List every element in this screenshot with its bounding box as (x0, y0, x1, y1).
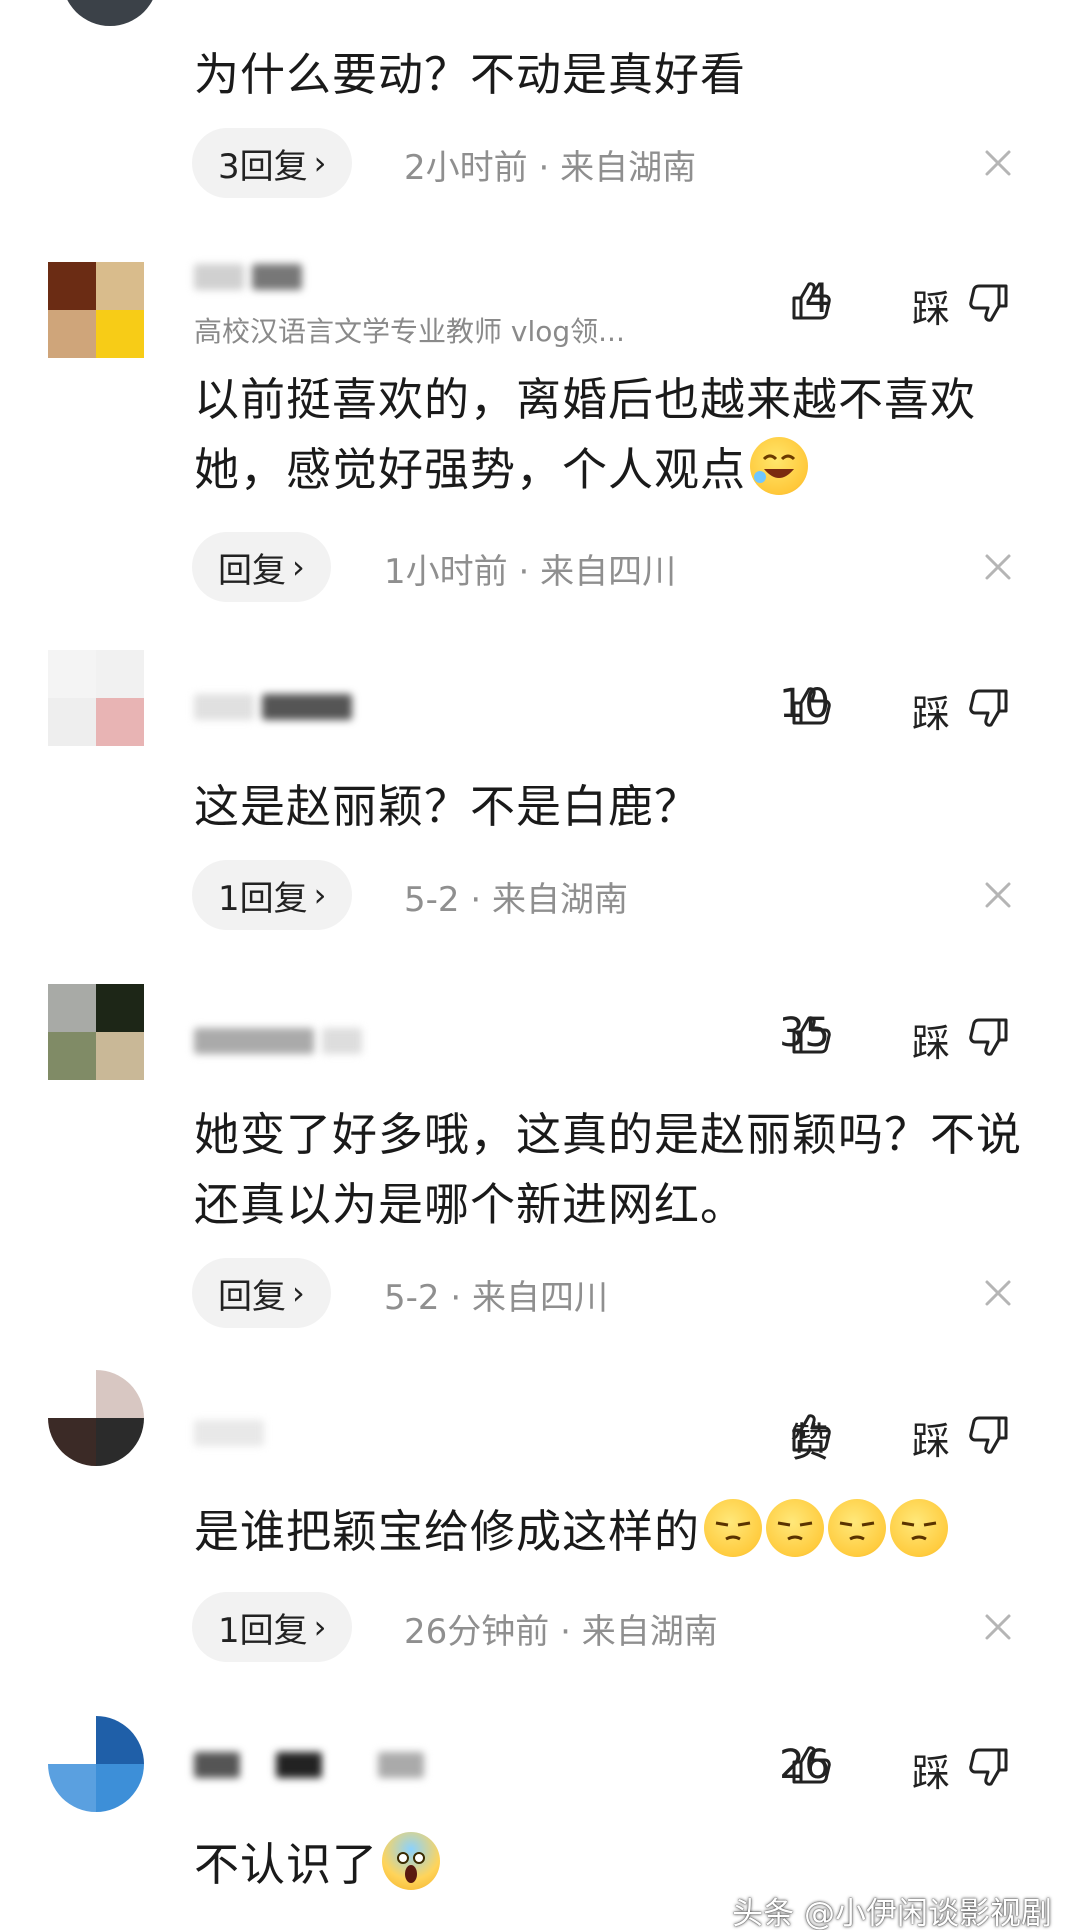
reply-label: 回复 (218, 550, 286, 591)
thumbs-up-icon[interactable] (788, 278, 832, 322)
comment-time: 5-2 (384, 1278, 440, 1318)
avatar[interactable] (48, 984, 144, 1080)
comment-meta: 5-2 · 来自四川 (384, 1270, 608, 1319)
watermark: 头条 @小伊闲谈影视剧 (732, 1896, 1052, 1930)
thumbs-down-icon[interactable] (968, 1414, 1012, 1458)
comment-text: 以前挺喜欢的，离婚后也越来越不喜欢她，感觉好强势，个人观点 (194, 365, 1024, 505)
avatar[interactable] (48, 262, 144, 358)
username-blurred[interactable] (194, 692, 352, 722)
chevron-right-icon: › (292, 1274, 305, 1312)
comment-text: 这是赵丽颖？不是白鹿？ (194, 780, 701, 833)
comment-location: 来自四川 (540, 552, 677, 592)
reply-label: 回复 (218, 1276, 286, 1317)
avatar[interactable] (62, 0, 158, 26)
reply-button[interactable]: 3回复 › (192, 128, 353, 198)
smirk-emoji-icon (828, 1499, 887, 1557)
comment-text: 为什么要动？不动是真好看 (194, 48, 747, 101)
user-subtitle: 高校汉语言文学专业教师 vlog领... (194, 315, 625, 348)
meta-separator: · (450, 1278, 462, 1318)
comment-meta: 1小时前 · 来自四川 (384, 544, 676, 593)
comment-text: 是谁把颖宝给修成这样的 (194, 1497, 1024, 1567)
dislike-label: 踩 (912, 692, 951, 736)
dislike-label: 踩 (912, 1021, 951, 1065)
chevron-right-icon: › (313, 876, 327, 914)
close-icon[interactable] (982, 551, 1014, 583)
comment-meta: 2小时前 · 来自湖南 (404, 140, 696, 189)
dislike-label: 踩 (912, 1751, 951, 1795)
thumbs-up-icon[interactable] (788, 1012, 832, 1056)
chevron-right-icon: › (313, 1608, 327, 1646)
chevron-right-icon: › (292, 548, 305, 586)
avatar[interactable] (48, 1370, 144, 1466)
comment-time: 26分钟前 (404, 1612, 550, 1652)
comment-meta: 26分钟前 · 来自湖南 (404, 1604, 718, 1653)
username-blurred[interactable] (194, 1026, 362, 1056)
smirk-emoji-icon (766, 1499, 825, 1557)
comment-text-content: 是谁把颖宝给修成这样的 (194, 1505, 701, 1558)
dislike-label: 踩 (912, 287, 951, 331)
comment-time: 1小时前 (384, 552, 508, 592)
smirk-emoji-icon (704, 1499, 763, 1557)
comment-location: 来自湖南 (560, 148, 697, 188)
thumbs-down-icon[interactable] (968, 1746, 1012, 1790)
dislike-label: 踩 (912, 1419, 951, 1463)
close-icon[interactable] (982, 1277, 1014, 1309)
avatar[interactable] (48, 1716, 144, 1812)
meta-separator: · (518, 552, 530, 592)
thumbs-up-icon[interactable] (788, 1742, 832, 1786)
thumbs-down-icon[interactable] (968, 687, 1012, 731)
comment-text-content: 不认识了 (194, 1838, 379, 1891)
close-icon[interactable] (982, 1611, 1014, 1643)
reply-button[interactable]: 1回复 › (192, 1592, 353, 1662)
smirk-emoji-icon (890, 1499, 949, 1557)
thumbs-down-icon[interactable] (968, 282, 1012, 326)
comment-time: 5-2 (404, 880, 460, 920)
meta-separator: · (538, 148, 550, 188)
comment-text: 她变了好多哦，这真的是赵丽颖吗？不说还真以为是哪个新进网红。 (194, 1108, 1023, 1231)
comment-location: 来自湖南 (491, 880, 628, 920)
comment-list-page: 为什么要动？不动是真好看 3回复 › 2小时前 · 来自湖南 高校汉语言文学专业… (0, 0, 1080, 1930)
comment-time: 2小时前 (404, 148, 528, 188)
reply-label: 1回复 (218, 878, 308, 919)
scream-emoji-icon (382, 1832, 441, 1890)
reply-button[interactable]: 回复 › (192, 532, 331, 602)
meta-separator: · (470, 880, 482, 920)
comment-location: 来自湖南 (581, 1612, 718, 1652)
reply-button[interactable]: 回复 › (192, 1258, 331, 1328)
close-icon[interactable] (982, 879, 1014, 911)
close-icon[interactable] (982, 147, 1014, 179)
thumbs-up-icon[interactable] (788, 683, 832, 727)
reply-button[interactable]: 1回复 › (192, 860, 353, 930)
chevron-right-icon: › (313, 144, 327, 182)
avatar[interactable] (48, 650, 144, 746)
comment-location: 来自四川 (471, 1278, 608, 1318)
thumbs-down-icon[interactable] (968, 1016, 1012, 1060)
reply-label: 1回复 (218, 1610, 308, 1651)
comment-meta: 5-2 · 来自湖南 (404, 872, 628, 921)
username-blurred[interactable] (194, 1750, 424, 1780)
thumbs-up-icon[interactable] (788, 1410, 832, 1454)
comment-text-content: 以前挺喜欢的，离婚后也越来越不喜欢她，感觉好强势，个人观点 (194, 373, 977, 496)
username-blurred[interactable] (194, 262, 302, 292)
laughing-emoji-icon (750, 437, 809, 495)
reply-label: 3回复 (218, 146, 308, 187)
meta-separator: · (560, 1612, 571, 1652)
username-blurred[interactable] (194, 1418, 264, 1448)
